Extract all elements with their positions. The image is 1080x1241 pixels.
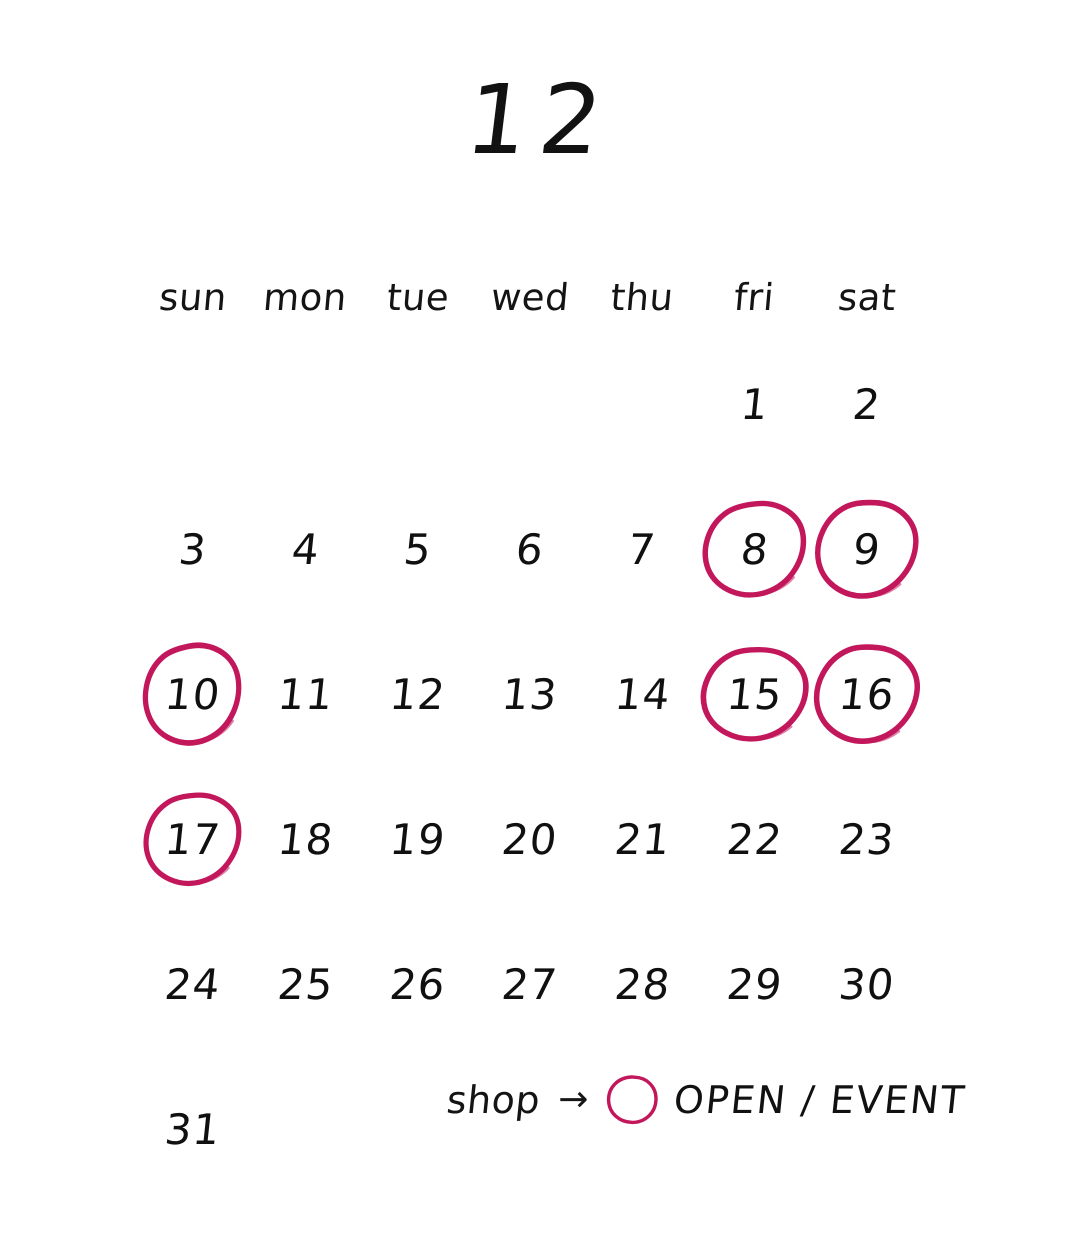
week-row: 24 25 26 27 28 29 30 <box>137 912 923 1057</box>
day-number: 11 <box>275 669 336 719</box>
day-cell <box>249 1057 361 1202</box>
day-cell[interactable]: 12 <box>362 622 474 767</box>
day-cell[interactable]: 17 <box>137 767 249 912</box>
arrow-right-icon: → <box>558 1079 589 1120</box>
weekday-sun: sun <box>157 275 229 319</box>
weekday-thu: thu <box>608 275 676 319</box>
day-number: 9 <box>850 524 884 574</box>
day-cell[interactable]: 10 <box>137 622 249 767</box>
weekday-sat: sat <box>836 275 898 319</box>
day-number: 19 <box>387 814 449 864</box>
day-number: 6 <box>513 524 547 574</box>
day-cell[interactable]: 7 <box>586 477 698 622</box>
day-cell[interactable]: 28 <box>586 912 698 1057</box>
week-row: 10 11 12 13 14 15 16 <box>137 622 923 767</box>
day-number: 12 <box>387 669 449 719</box>
weekday-mon: mon <box>261 275 350 319</box>
day-number: 25 <box>275 959 336 1009</box>
day-number: 24 <box>162 959 224 1009</box>
day-number: 15 <box>724 669 785 719</box>
day-cell[interactable]: 15 <box>698 622 810 767</box>
day-cell[interactable]: 29 <box>698 912 810 1057</box>
day-number: 2 <box>850 379 884 429</box>
day-cell[interactable]: 22 <box>698 767 810 912</box>
day-cell <box>586 332 698 477</box>
day-cell[interactable]: 18 <box>249 767 361 912</box>
day-number: 26 <box>387 959 449 1009</box>
day-cell[interactable]: 21 <box>586 767 698 912</box>
day-number: 7 <box>625 524 659 574</box>
weekday-header-row: sun mon tue wed thu fri sat <box>137 262 923 332</box>
day-number: 22 <box>724 814 785 864</box>
day-cell[interactable]: 8 <box>698 477 810 622</box>
circle-icon <box>604 1073 660 1127</box>
day-cell[interactable]: 11 <box>249 622 361 767</box>
day-cell[interactable]: 3 <box>137 477 249 622</box>
legend: shop → OPEN / EVENT <box>444 1060 969 1140</box>
day-cell[interactable]: 27 <box>474 912 586 1057</box>
legend-meaning: OPEN / EVENT <box>672 1078 969 1122</box>
day-cell[interactable]: 6 <box>474 477 586 622</box>
weekday-fri: fri <box>732 275 777 319</box>
calendar-page: 12 sun mon tue wed thu fri sat 1 2 3 4 5… <box>0 0 1080 1241</box>
day-cell[interactable]: 14 <box>586 622 698 767</box>
day-cell <box>474 332 586 477</box>
day-cell[interactable]: 26 <box>362 912 474 1057</box>
weekday-tue: tue <box>384 275 451 319</box>
day-number: 18 <box>275 814 336 864</box>
month-title: 12 <box>460 64 620 176</box>
day-number: 29 <box>724 959 785 1009</box>
day-number: 17 <box>162 814 224 864</box>
day-number: 30 <box>836 959 898 1009</box>
day-cell[interactable]: 20 <box>474 767 586 912</box>
day-number: 14 <box>612 669 673 719</box>
week-row: 1 2 <box>137 332 923 477</box>
week-row: 17 18 19 20 21 22 23 <box>137 767 923 912</box>
day-number: 1 <box>738 379 772 429</box>
day-cell[interactable]: 13 <box>474 622 586 767</box>
day-number: 27 <box>499 959 561 1009</box>
week-row: 3 4 5 6 7 8 9 <box>137 477 923 622</box>
day-cell[interactable]: 23 <box>811 767 923 912</box>
day-cell[interactable]: 30 <box>811 912 923 1057</box>
day-number: 31 <box>162 1104 224 1154</box>
day-cell[interactable]: 1 <box>698 332 810 477</box>
day-cell[interactable]: 24 <box>137 912 249 1057</box>
day-cell <box>137 332 249 477</box>
day-cell[interactable]: 25 <box>249 912 361 1057</box>
day-cell <box>362 332 474 477</box>
day-number: 28 <box>612 959 673 1009</box>
day-number: 3 <box>176 524 210 574</box>
day-cell[interactable]: 16 <box>811 622 923 767</box>
day-cell[interactable]: 9 <box>811 477 923 622</box>
weekday-wed: wed <box>489 275 571 319</box>
day-number: 10 <box>162 669 224 719</box>
legend-shop-label: shop <box>444 1078 543 1122</box>
day-cell[interactable]: 31 <box>137 1057 249 1202</box>
day-cell[interactable]: 5 <box>362 477 474 622</box>
day-number: 5 <box>401 524 435 574</box>
day-number: 8 <box>738 524 772 574</box>
day-cell[interactable]: 4 <box>249 477 361 622</box>
day-number: 13 <box>499 669 561 719</box>
day-cell[interactable]: 19 <box>362 767 474 912</box>
day-cell <box>249 332 361 477</box>
day-cell[interactable]: 2 <box>811 332 923 477</box>
day-number: 4 <box>289 524 322 574</box>
day-number: 20 <box>499 814 561 864</box>
day-number: 16 <box>836 669 898 719</box>
day-number: 21 <box>612 814 673 864</box>
day-number: 23 <box>836 814 898 864</box>
